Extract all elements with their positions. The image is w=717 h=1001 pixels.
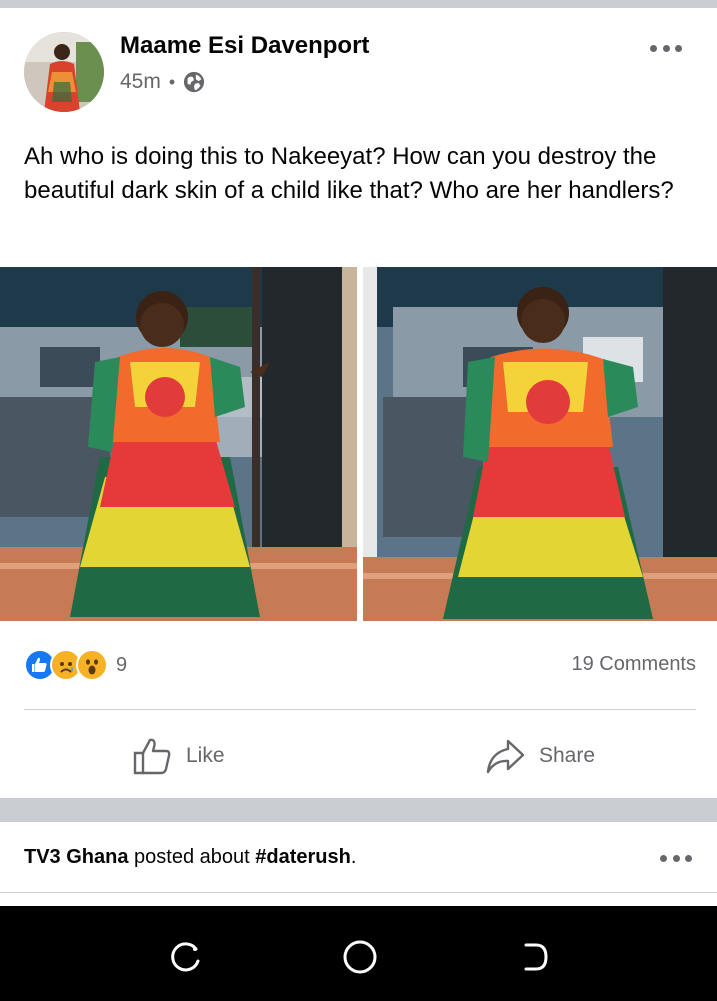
post-photo-1[interactable] (0, 267, 357, 621)
post-meta: 45m • (120, 70, 205, 94)
reactions-summary[interactable]: 9 (24, 648, 127, 682)
next-post-options-button[interactable] (656, 846, 696, 870)
reaction-count: 9 (116, 653, 128, 676)
dot-icon (675, 44, 682, 52)
post-options-button[interactable] (646, 36, 686, 60)
author-name[interactable]: Maame Esi Davenport (120, 32, 369, 60)
recent-apps-icon[interactable] (168, 939, 204, 975)
share-button[interactable]: Share (485, 728, 595, 784)
next-post-header: TV3 Ghana posted about #daterush. (24, 846, 356, 869)
next-post-period: . (350, 846, 357, 868)
back-icon[interactable] (516, 939, 552, 975)
post-photo-2[interactable] (363, 267, 717, 621)
next-post-text: posted about (128, 846, 256, 868)
author-avatar[interactable] (24, 32, 104, 112)
home-icon[interactable] (342, 939, 378, 975)
dot-icon (650, 44, 657, 52)
wow-icon (76, 649, 108, 681)
post-text: Ah who is doing this to Nakeeyat? How ca… (24, 143, 674, 204)
dot-icon (685, 854, 692, 862)
system-nav-bar (0, 906, 717, 1001)
dot-icon (660, 854, 667, 862)
post-header: Maame Esi Davenport 45m • (0, 8, 717, 120)
nav-divider (0, 892, 717, 893)
comments-count-link[interactable]: 19 Comments (572, 653, 697, 676)
top-separator (0, 0, 717, 8)
globe-icon (184, 71, 205, 93)
share-label: Share (539, 744, 596, 767)
like-label: Like (186, 744, 225, 767)
post-time[interactable]: 45m (120, 70, 161, 94)
actions-divider (24, 709, 696, 710)
like-button[interactable]: Like (132, 728, 225, 784)
dot-icon (672, 854, 680, 862)
next-post-page-name[interactable]: TV3 Ghana (24, 846, 128, 868)
thumbs-up-icon (133, 738, 171, 775)
share-arrow-icon (486, 739, 525, 774)
section-separator (0, 798, 717, 822)
next-post-hashtag[interactable]: #daterush (255, 846, 351, 868)
dot-icon (662, 44, 670, 52)
meta-separator: • (168, 71, 176, 92)
